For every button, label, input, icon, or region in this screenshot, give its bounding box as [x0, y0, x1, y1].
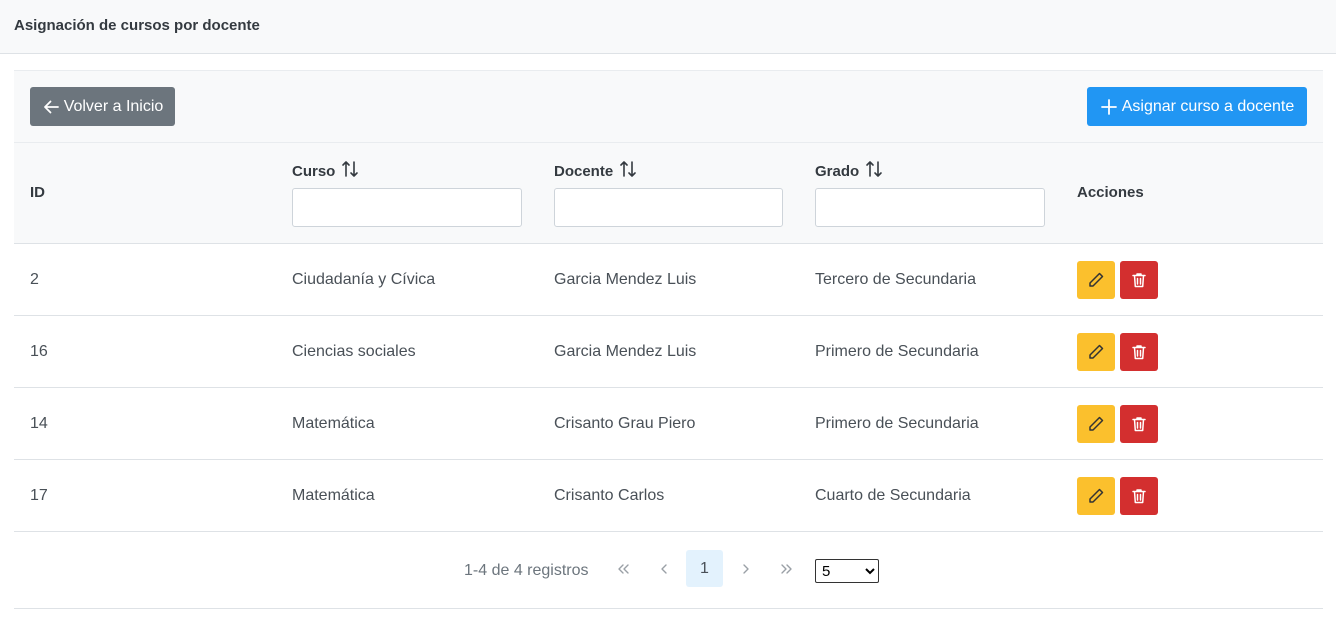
sort-icon[interactable] — [865, 160, 883, 182]
column-header-id: ID — [30, 184, 45, 201]
cell-curso: Ciudadanía y Cívica — [292, 271, 436, 288]
chevron-left-icon — [656, 561, 672, 577]
double-chevron-right-icon — [779, 561, 795, 577]
cell-grado: Primero de Secundaria — [815, 415, 979, 432]
delete-button[interactable] — [1120, 333, 1158, 371]
trash-icon — [1130, 343, 1148, 361]
next-page-button[interactable] — [727, 550, 764, 587]
back-to-home-button[interactable]: Volver a Inicio — [30, 87, 175, 126]
edit-button[interactable] — [1077, 477, 1115, 515]
column-docente-label: Docente — [554, 162, 614, 180]
cell-id: 16 — [30, 343, 48, 360]
pencil-icon — [1087, 415, 1105, 433]
cell-grado: Cuarto de Secundaria — [815, 487, 971, 504]
last-page-button[interactable] — [768, 550, 805, 587]
pencil-icon — [1087, 343, 1105, 361]
assign-course-button[interactable]: Asignar curso a docente — [1087, 87, 1307, 126]
trash-icon — [1130, 415, 1148, 433]
cell-docente: Crisanto Grau Piero — [554, 415, 696, 432]
column-id-label: ID — [30, 184, 45, 201]
column-grado-label: Grado — [815, 162, 860, 180]
previous-page-button[interactable] — [645, 550, 682, 587]
table-row: 16 Ciencias sociales Garcia Mendez Luis … — [14, 316, 1323, 388]
plus-icon — [1100, 98, 1122, 116]
page-button[interactable]: 1 — [686, 550, 723, 587]
grado-filter-input[interactable] — [815, 188, 1045, 227]
column-header-docente[interactable]: Docente — [554, 160, 637, 182]
delete-button[interactable] — [1120, 261, 1158, 299]
trash-icon — [1130, 271, 1148, 289]
rows-per-page-select[interactable]: 5 — [815, 559, 879, 583]
chevron-right-icon — [738, 561, 754, 577]
column-header-acciones: Acciones — [1077, 184, 1144, 201]
edit-button[interactable] — [1077, 405, 1115, 443]
cell-grado: Primero de Secundaria — [815, 343, 979, 360]
curso-filter-input[interactable] — [292, 188, 522, 227]
double-chevron-left-icon — [615, 561, 631, 577]
cell-curso: Ciencias sociales — [292, 343, 416, 360]
pencil-icon — [1087, 487, 1105, 505]
column-header-grado[interactable]: Grado — [815, 160, 883, 182]
column-curso-label: Curso — [292, 162, 336, 180]
column-acciones-label: Acciones — [1077, 184, 1144, 201]
cell-docente: Crisanto Carlos — [554, 487, 665, 504]
cell-id: 17 — [30, 487, 48, 504]
docente-filter-input[interactable] — [554, 188, 783, 227]
records-summary: 1-4 de 4 registros — [464, 562, 589, 579]
pencil-icon — [1087, 271, 1105, 289]
paginator: 1-4 de 4 registros 1 5 — [14, 533, 1323, 610]
cell-id: 2 — [30, 271, 39, 288]
table-row: 2 Ciudadanía y Cívica Garcia Mendez Luis… — [14, 244, 1323, 316]
page-title: Asignación de cursos por docente — [14, 17, 260, 34]
table-header: ID Curso Docente Grado Acciones — [14, 143, 1323, 244]
assign-button-label: Asignar curso a docente — [1121, 97, 1295, 115]
first-page-button[interactable] — [604, 550, 641, 587]
delete-button[interactable] — [1120, 405, 1158, 443]
sort-icon[interactable] — [341, 160, 359, 182]
page-header: Asignación de cursos por docente — [0, 0, 1336, 54]
cell-curso: Matemática — [292, 415, 375, 432]
edit-button[interactable] — [1077, 333, 1115, 371]
cell-grado: Tercero de Secundaria — [815, 271, 976, 288]
back-button-label: Volver a Inicio — [63, 97, 164, 115]
assignments-card: Volver a Inicio Asignar curso a docente … — [14, 70, 1323, 609]
trash-icon — [1130, 487, 1148, 505]
cell-docente: Garcia Mendez Luis — [554, 271, 697, 288]
table-row: 17 Matemática Crisanto Carlos Cuarto de … — [14, 460, 1323, 532]
edit-button[interactable] — [1077, 261, 1115, 299]
toolbar: Volver a Inicio Asignar curso a docente — [14, 71, 1323, 143]
cell-docente: Garcia Mendez Luis — [554, 343, 697, 360]
sort-icon[interactable] — [619, 160, 637, 182]
delete-button[interactable] — [1120, 477, 1158, 515]
cell-id: 14 — [30, 415, 48, 432]
column-header-curso[interactable]: Curso — [292, 160, 359, 182]
table-row: 14 Matemática Crisanto Grau Piero Primer… — [14, 388, 1323, 460]
arrow-left-icon — [42, 98, 64, 116]
cell-curso: Matemática — [292, 487, 375, 504]
